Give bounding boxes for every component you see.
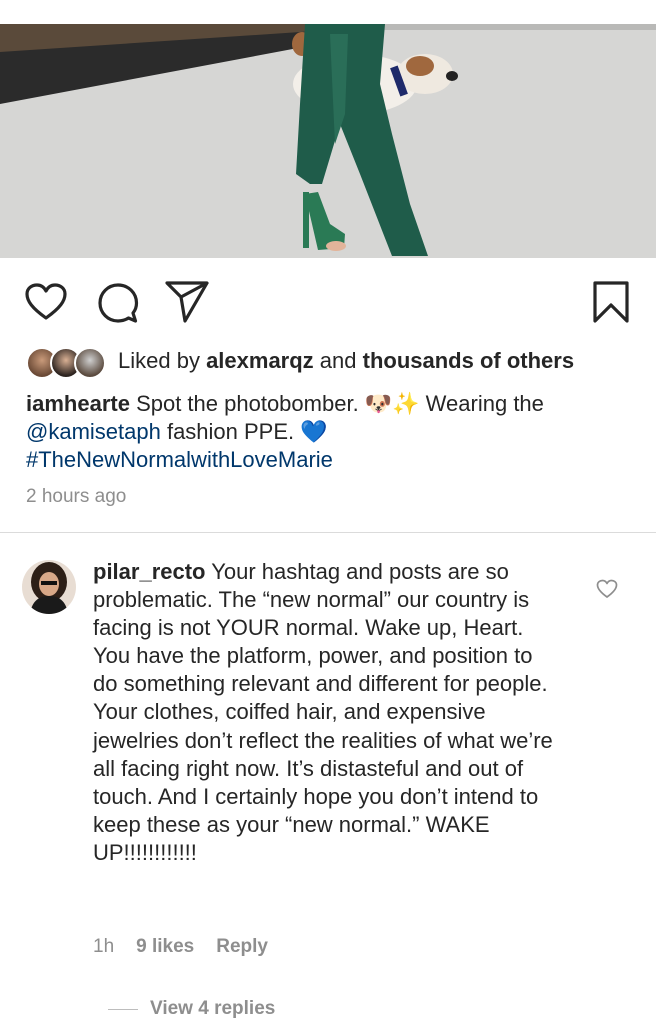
comment-like-icon[interactable]: [596, 579, 618, 599]
replies-line: [108, 1008, 138, 1010]
heart-icon[interactable]: [24, 282, 68, 322]
post-actions: [0, 258, 656, 344]
post-timestamp: 2 hours ago: [26, 486, 127, 507]
comment-likes[interactable]: 9 likes: [136, 936, 194, 958]
post-photo[interactable]: [0, 24, 656, 258]
caption-hashtag[interactable]: #TheNewNormalwithLoveMarie: [26, 447, 333, 472]
comment-icon[interactable]: [97, 282, 139, 324]
view-replies-label[interactable]: View 4 replies: [150, 998, 275, 1020]
liker-avatars: [26, 345, 110, 379]
likes-text: Liked by alexmarqz and thousands of othe…: [118, 348, 575, 373]
comment-meta: 1h 9 likes Reply: [93, 936, 268, 958]
avatar: [74, 347, 106, 379]
comment-age: 1h: [93, 936, 115, 957]
share-icon[interactable]: [164, 280, 210, 324]
caption-username[interactable]: iamhearte: [26, 391, 130, 416]
post-caption: iamhearte Spot the photobomber. 🐶✨ Weari…: [26, 391, 544, 472]
top-strip: [0, 0, 656, 24]
view-replies[interactable]: View 4 replies: [108, 998, 275, 1020]
liked-by-user[interactable]: alexmarqz: [206, 348, 314, 373]
comment-avatar[interactable]: [22, 560, 76, 614]
reply-button[interactable]: Reply: [216, 936, 268, 958]
caption-mention[interactable]: @kamisetaph: [26, 419, 161, 444]
bookmark-icon[interactable]: [592, 280, 630, 324]
comment-username[interactable]: pilar_recto: [93, 559, 206, 584]
liked-by-others[interactable]: thousands of others: [363, 348, 574, 373]
comment-body: pilar_recto Your hashtag and posts are s…: [93, 558, 553, 867]
likes-row[interactable]: Liked by alexmarqz and thousands of othe…: [26, 344, 646, 379]
comment-text: Your hashtag and posts are so problemati…: [93, 559, 553, 865]
divider: [0, 532, 656, 533]
